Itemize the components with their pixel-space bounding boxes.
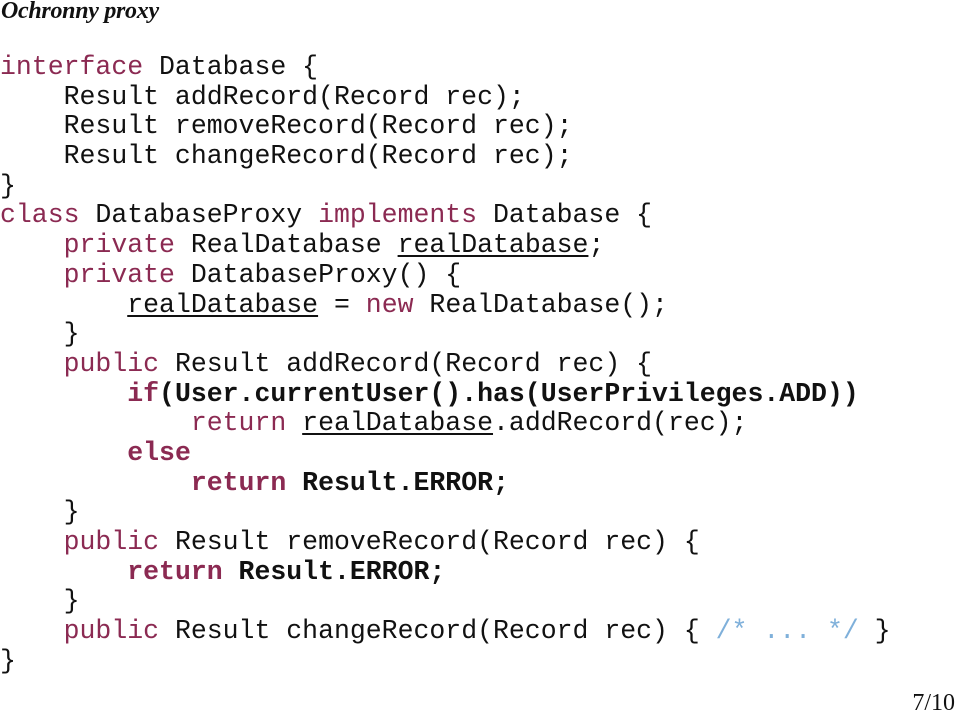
code-line-8: private DatabaseProxy() {: [0, 259, 891, 291]
code-line-21: }: [0, 645, 16, 676]
code-text: Result addRecord(Record rec) {: [159, 348, 653, 379]
code-text: Result removeRecord(Record rec) {: [159, 527, 700, 557]
keyword: new: [365, 289, 414, 320]
code-line-6: class DatabaseProxy implements Database …: [0, 201, 891, 231]
keyword: interface: [0, 52, 144, 82]
field-reference: realDatabase: [127, 289, 319, 320]
keyword: private: [63, 230, 175, 261]
keyword: public: [63, 527, 160, 557]
code-text: RealDatabase();: [413, 289, 668, 320]
field-reference: realDatabase: [302, 408, 494, 439]
code-line-3: Result removeRecord(Record rec);: [0, 111, 573, 142]
code-text: DatabaseProxy() {: [174, 259, 462, 290]
keyword: class: [0, 200, 80, 231]
code-line-15: return Result.ERROR;: [0, 467, 891, 499]
code-text: DatabaseProxy: [79, 200, 319, 231]
code-line-14: else: [0, 437, 891, 469]
keyword: return: [127, 556, 223, 587]
keyword: public: [63, 616, 160, 647]
code-line-9: realDatabase = new RealDatabase();: [0, 289, 891, 321]
code-line-19: }: [0, 586, 80, 617]
code-line-2: Result addRecord(Record rec);: [0, 81, 525, 112]
code-line-5: }: [0, 170, 16, 201]
code-text: }: [858, 616, 891, 647]
code-text: (User.currentUser().has(UserPrivileges.A…: [159, 378, 859, 409]
code-text: Result changeRecord(Record rec) {: [159, 616, 716, 647]
code-line-20: public Result changeRecord(Record rec) {…: [0, 616, 891, 647]
code-line-7: private RealDatabase realDatabase;: [0, 230, 891, 261]
code-text: Result.ERROR;: [286, 467, 509, 498]
code-text: .addRecord(rec);: [493, 408, 748, 439]
keyword: private: [63, 259, 175, 290]
code-line-18: return Result.ERROR;: [0, 556, 891, 588]
code-line-13: return realDatabase.addRecord(rec);: [0, 408, 891, 439]
keyword: implements: [318, 200, 478, 231]
code-block: interface Database { Result addRecord(Re…: [0, 52, 891, 676]
code-line-4: Result changeRecord(Record rec);: [0, 141, 573, 172]
code-text: Database {: [477, 200, 653, 231]
code-line-1: interface Database {: [0, 52, 891, 83]
keyword: public: [63, 348, 160, 379]
slide-title: Ochronny proxy: [1, 0, 159, 24]
keyword: if: [127, 378, 160, 409]
code-text: =: [318, 289, 366, 320]
code-text: ;: [588, 230, 605, 261]
code-line-11: public Result addRecord(Record rec) {: [0, 348, 891, 380]
code-comment: /* ... */: [715, 616, 859, 647]
keyword: return: [190, 408, 287, 439]
keyword: return: [190, 467, 287, 498]
code-text: Result.ERROR;: [222, 556, 446, 587]
code-line-16: }: [0, 497, 80, 528]
code-text: Database {: [143, 52, 319, 82]
field-reference: realDatabase: [397, 230, 589, 261]
code-line-10: }: [0, 319, 80, 350]
code-text: RealDatabase: [174, 230, 398, 261]
code-line-17: public Result removeRecord(Record rec) {: [0, 527, 891, 558]
page-number: 7/10: [912, 690, 955, 716]
keyword: else: [127, 437, 191, 468]
code-line-12: if(User.currentUser().has(UserPrivileges…: [0, 378, 891, 410]
